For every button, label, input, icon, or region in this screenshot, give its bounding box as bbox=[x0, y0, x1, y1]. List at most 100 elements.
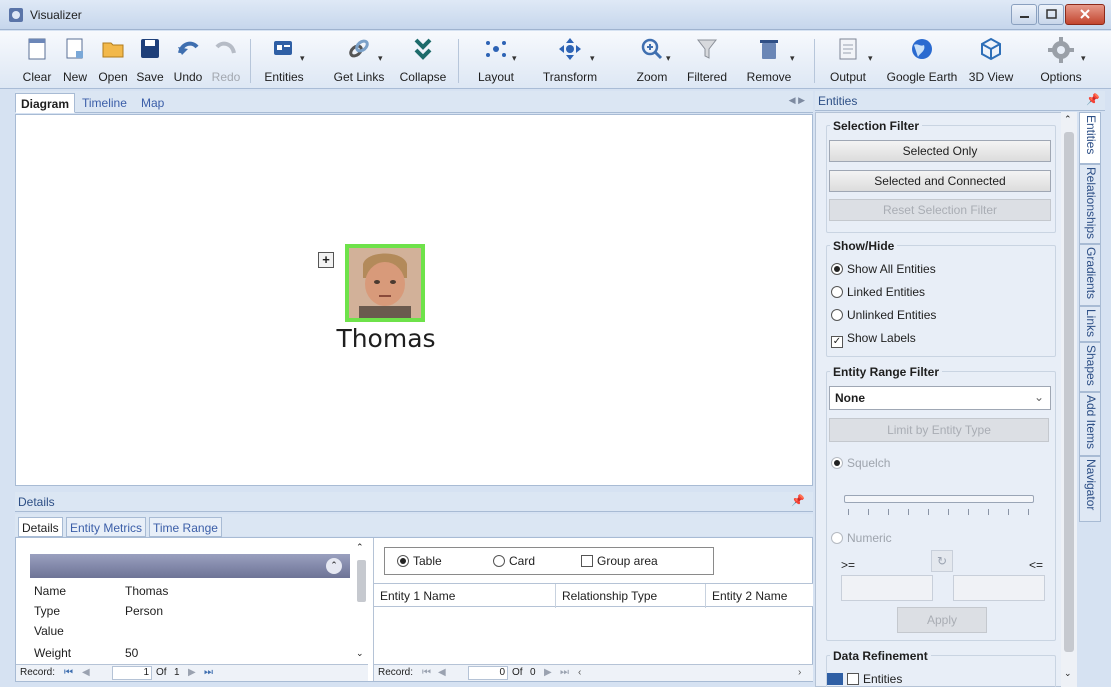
open-button[interactable]: Open bbox=[95, 33, 131, 87]
options-button[interactable]: ▾ Options bbox=[1034, 33, 1088, 87]
property-row: Weight 50 bbox=[34, 646, 344, 666]
title-bar: Visualizer bbox=[0, 0, 1111, 30]
first-record-icon[interactable]: ⏮ bbox=[64, 667, 73, 678]
squelch-radio[interactable]: Squelch bbox=[831, 456, 890, 470]
chevron-down-icon: ▾ bbox=[300, 53, 305, 63]
prev-record-icon[interactable]: ◀ bbox=[82, 667, 90, 678]
tab-timeline[interactable]: Timeline bbox=[77, 93, 132, 113]
limit-by-entity-type-button[interactable]: Limit by Entity Type bbox=[829, 418, 1049, 442]
save-button[interactable]: Save bbox=[133, 33, 167, 87]
entity-range-select[interactable]: None ⌄ bbox=[829, 386, 1051, 410]
entities-refinement-checkbox[interactable]: Entities bbox=[827, 672, 902, 686]
vtab-relationships[interactable]: Relationships bbox=[1079, 164, 1101, 244]
google-earth-label: Google Earth bbox=[886, 70, 958, 84]
numeric-radio[interactable]: Numeric bbox=[831, 531, 892, 545]
card-radio[interactable]: Card bbox=[493, 554, 535, 568]
details-scrollbar[interactable]: ⌃ ⌄ bbox=[355, 542, 367, 662]
clear-button[interactable]: Clear bbox=[20, 33, 54, 87]
transform-button[interactable]: ▾ Transform bbox=[538, 33, 602, 87]
selected-only-button[interactable]: Selected Only bbox=[829, 140, 1051, 162]
last-record-icon[interactable]: ⏭ bbox=[560, 667, 569, 678]
show-labels-checkbox[interactable]: ✓ Show Labels bbox=[831, 331, 916, 348]
diagram-canvas[interactable]: + Thomas bbox=[15, 114, 813, 486]
scroll-right-icon[interactable]: › bbox=[798, 667, 801, 678]
next-record-icon[interactable]: ▶ bbox=[188, 667, 196, 678]
vtab-gradients[interactable]: Gradients bbox=[1079, 244, 1101, 306]
scroll-down-icon[interactable]: ⌄ bbox=[1064, 668, 1072, 679]
scroll-up-icon[interactable]: ⌃ bbox=[1064, 114, 1072, 125]
show-labels-label: Show Labels bbox=[847, 331, 916, 345]
group-area-checkbox[interactable]: Group area bbox=[581, 554, 658, 568]
column-relationship-type[interactable]: Relationship Type bbox=[556, 584, 706, 608]
record-current-input[interactable]: 0 bbox=[468, 666, 508, 680]
max-value-input[interactable] bbox=[953, 575, 1045, 601]
scrollbar-thumb[interactable] bbox=[357, 560, 366, 602]
show-hide-title: Show/Hide bbox=[830, 239, 898, 253]
remove-button[interactable]: ▾ Remove bbox=[740, 33, 798, 87]
vtab-add-items-label: Add Items bbox=[1084, 395, 1098, 450]
filtered-button[interactable]: Filtered bbox=[680, 33, 734, 87]
vtab-entities[interactable]: Entities bbox=[1079, 112, 1101, 164]
expand-node-icon[interactable]: + bbox=[318, 252, 334, 268]
min-value-input[interactable] bbox=[841, 575, 933, 601]
vtab-navigator[interactable]: Navigator bbox=[1079, 456, 1101, 522]
chevron-down-icon: ▾ bbox=[1081, 53, 1086, 63]
maximize-button[interactable] bbox=[1038, 4, 1064, 25]
minimize-button[interactable] bbox=[1011, 4, 1037, 25]
entities-panel-scrollbar[interactable]: ⌃ ⌄ bbox=[1061, 112, 1077, 687]
layout-button[interactable]: ▾ Layout bbox=[470, 33, 522, 87]
vtab-links-label: Links bbox=[1084, 309, 1098, 338]
google-earth-button[interactable]: Google Earth bbox=[880, 33, 964, 87]
entities-button[interactable]: ▾ Entities bbox=[256, 33, 312, 87]
get-links-button[interactable]: ▾ Get Links bbox=[328, 33, 390, 87]
refresh-icon[interactable]: ↻ bbox=[931, 550, 953, 572]
vtab-add-items[interactable]: Add Items bbox=[1079, 392, 1101, 456]
entity-photo[interactable] bbox=[345, 244, 425, 322]
tab-map[interactable]: Map bbox=[136, 93, 169, 113]
next-record-icon[interactable]: ▶ bbox=[544, 667, 552, 678]
scrollbar-thumb[interactable] bbox=[1064, 132, 1074, 652]
reset-selection-filter-button[interactable]: Reset Selection Filter bbox=[829, 199, 1051, 221]
chevron-down-icon: ▾ bbox=[868, 53, 873, 63]
last-record-icon[interactable]: ⏭ bbox=[204, 667, 213, 678]
first-record-icon[interactable]: ⏮ bbox=[422, 667, 431, 678]
scroll-up-icon[interactable]: ⌃ bbox=[356, 542, 364, 553]
details-panel-header: Details 📌 bbox=[15, 492, 813, 512]
selected-and-connected-button[interactable]: Selected and Connected bbox=[829, 170, 1051, 192]
show-all-entities-radio[interactable]: Show All Entities bbox=[831, 262, 936, 276]
property-value: Thomas bbox=[125, 584, 169, 598]
squelch-slider[interactable] bbox=[844, 495, 1034, 503]
close-button[interactable] bbox=[1065, 4, 1105, 25]
collapse-button[interactable]: Collapse bbox=[396, 33, 450, 87]
output-button[interactable]: ▾ Output bbox=[822, 33, 874, 87]
apply-button[interactable]: Apply bbox=[897, 607, 987, 633]
scroll-down-icon[interactable]: ⌄ bbox=[356, 648, 364, 659]
numeric-label: Numeric bbox=[847, 531, 892, 545]
linked-entities-radio[interactable]: Linked Entities bbox=[831, 285, 925, 299]
vtab-links[interactable]: Links bbox=[1079, 306, 1101, 342]
tab-details[interactable]: Details bbox=[18, 517, 63, 537]
undo-button[interactable]: Undo bbox=[170, 33, 206, 87]
pin-icon[interactable]: 📌 bbox=[791, 494, 805, 507]
column-entity-1-name[interactable]: Entity 1 Name bbox=[374, 584, 556, 608]
prev-record-icon[interactable]: ◀ bbox=[438, 667, 446, 678]
record-current-input[interactable]: 1 bbox=[112, 666, 152, 680]
tab-entity-metrics[interactable]: Entity Metrics bbox=[66, 517, 147, 537]
collapse-up-icon[interactable]: ⌃ bbox=[326, 558, 342, 574]
table-radio[interactable]: Table bbox=[397, 554, 442, 568]
3d-view-button[interactable]: 3D View bbox=[966, 33, 1016, 87]
vtab-shapes[interactable]: Shapes bbox=[1079, 342, 1101, 392]
zoom-button[interactable]: ▾ Zoom bbox=[628, 33, 676, 87]
property-value: Person bbox=[125, 604, 164, 618]
unlinked-entities-radio[interactable]: Unlinked Entities bbox=[831, 308, 936, 322]
new-button[interactable]: New bbox=[58, 33, 92, 87]
column-entity-2-name[interactable]: Entity 2 Name bbox=[706, 584, 813, 608]
scroll-left-icon[interactable]: ‹ bbox=[578, 667, 581, 678]
redo-button[interactable]: Redo bbox=[208, 33, 244, 87]
pin-icon[interactable]: 📌 bbox=[1086, 93, 1100, 106]
gear-icon bbox=[1048, 37, 1074, 63]
tab-time-range[interactable]: Time Range bbox=[149, 517, 222, 537]
tab-scroll-arrows-icon[interactable]: ◀ ▶ bbox=[789, 95, 805, 106]
vtab-relationships-label: Relationships bbox=[1084, 167, 1098, 240]
tab-diagram[interactable]: Diagram bbox=[15, 93, 76, 113]
